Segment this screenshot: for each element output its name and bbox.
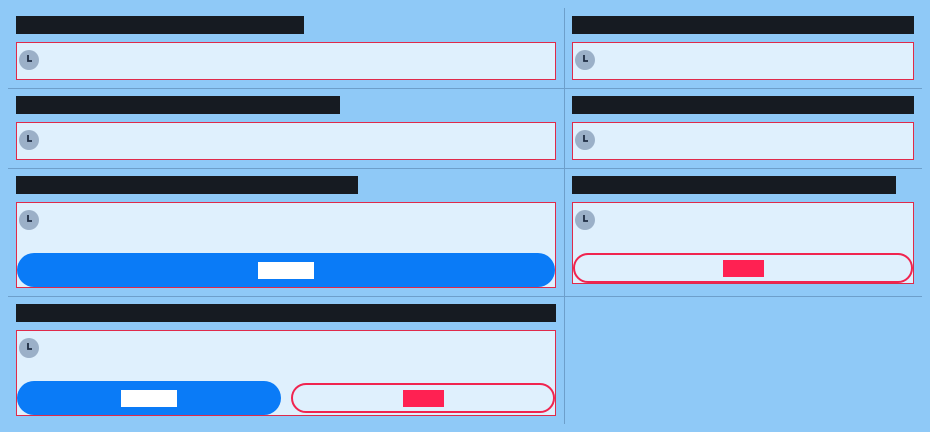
panel-title bbox=[16, 16, 304, 34]
row-divider bbox=[8, 296, 922, 297]
time-field[interactable] bbox=[16, 42, 556, 80]
time-field[interactable] bbox=[572, 122, 914, 160]
row-divider bbox=[8, 168, 922, 169]
primary-button[interactable] bbox=[17, 381, 281, 415]
primary-button[interactable] bbox=[17, 253, 555, 287]
clock-icon bbox=[575, 130, 595, 150]
danger-button-label bbox=[402, 389, 444, 407]
danger-button[interactable] bbox=[573, 253, 913, 283]
panel-title bbox=[16, 176, 358, 194]
danger-button-label bbox=[722, 259, 764, 277]
time-field[interactable] bbox=[16, 122, 556, 160]
clock-icon bbox=[19, 50, 39, 70]
clock-icon bbox=[575, 210, 595, 230]
clock-icon bbox=[19, 210, 39, 230]
panel-title bbox=[16, 96, 340, 114]
clock-icon bbox=[19, 130, 39, 150]
row-divider bbox=[8, 88, 922, 89]
panel-title bbox=[16, 304, 556, 322]
primary-button-label bbox=[121, 389, 177, 407]
panel-title bbox=[572, 16, 914, 34]
clock-icon bbox=[19, 338, 39, 358]
time-field[interactable] bbox=[572, 42, 914, 80]
panel-title bbox=[572, 96, 914, 114]
panel-title bbox=[572, 176, 896, 194]
danger-button[interactable] bbox=[291, 383, 555, 413]
column-divider bbox=[564, 8, 565, 424]
primary-button-label bbox=[258, 261, 314, 279]
clock-icon bbox=[575, 50, 595, 70]
